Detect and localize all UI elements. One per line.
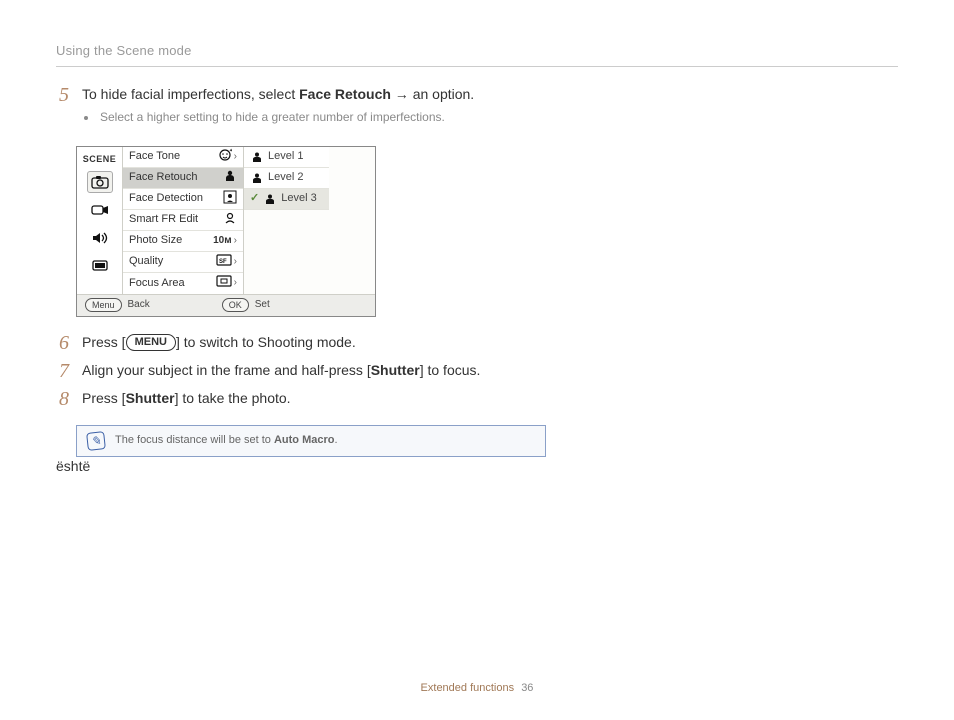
- level-option-1[interactable]: Level 1: [244, 147, 329, 168]
- chevron-right-icon: ›: [234, 150, 237, 164]
- menu-item-label: Quality: [129, 254, 163, 269]
- step-number: 5: [56, 85, 72, 138]
- level-icon: [250, 171, 264, 185]
- menu-item-label: Smart FR Edit: [129, 212, 198, 227]
- note-text: The focus distance will be set to Auto M…: [115, 433, 338, 448]
- back-label: Back: [128, 298, 150, 312]
- scene-label: SCENE: [83, 153, 117, 165]
- menu-button-pill[interactable]: Menu: [85, 298, 122, 312]
- step-text: Align your subject in the frame and half…: [82, 361, 526, 381]
- step-6: 6 Press [MENU] to switch to Shooting mod…: [56, 333, 526, 353]
- chevron-right-icon: ›: [234, 255, 237, 269]
- chevron-right-icon: ›: [234, 276, 237, 290]
- ok-button-pill[interactable]: OK: [222, 298, 249, 312]
- photo-size-icon: 10м: [213, 234, 232, 248]
- menu-item-label: Photo Size: [129, 233, 182, 248]
- page-footer: Extended functions 36: [0, 681, 954, 696]
- camera-icon[interactable]: [87, 171, 113, 193]
- bullet-item: Select a higher setting to hide a greate…: [98, 109, 526, 125]
- text: .: [334, 434, 337, 446]
- sub-bullets: Select a higher setting to hide a greate…: [82, 109, 526, 125]
- step-text: Press [MENU] to switch to Shooting mode.: [82, 333, 526, 353]
- text: an option.: [413, 86, 475, 102]
- focus-area-icon: [216, 275, 232, 291]
- content-column: 5 To hide facial imperfections, select F…: [56, 85, 526, 476]
- level-option-3[interactable]: ✓ Level 3: [244, 189, 329, 210]
- face-retouch-icon: [223, 169, 237, 187]
- level-label: Level 3: [281, 191, 316, 206]
- note-box: ✎ The focus distance will be set to Auto…: [76, 425, 546, 457]
- chevron-right-icon: ›: [234, 234, 237, 248]
- text: The focus distance will be set to: [115, 434, 274, 446]
- svg-text:✦: ✦: [229, 148, 232, 154]
- section-title: Using the Scene mode: [56, 42, 898, 67]
- note-icon: ✎: [86, 431, 106, 451]
- level-icon: [250, 150, 264, 164]
- arrow: →: [391, 86, 413, 102]
- menu-item-label: Face Detection: [129, 191, 203, 206]
- menu-list: Face Tone ✦› Face Retouch Face Detection: [123, 147, 243, 294]
- face-detect-icon: [223, 190, 237, 208]
- sound-icon[interactable]: [87, 227, 113, 249]
- text: Press [: [82, 390, 126, 406]
- text: To hide facial imperfections, select: [82, 86, 299, 102]
- step-text: Press [Shutter] to take the photo.: [82, 389, 526, 409]
- step-5: 5 To hide facial imperfections, select F…: [56, 85, 526, 138]
- menu-item-focus-area[interactable]: Focus Area ›: [123, 273, 243, 294]
- step-number: 7: [56, 361, 72, 381]
- text: ] to switch to Shooting mode.: [176, 334, 356, 350]
- page-number: 36: [521, 682, 533, 694]
- svg-text:SF: SF: [219, 259, 227, 265]
- level-label: Level 2: [268, 170, 303, 185]
- quality-icon: SF: [216, 254, 232, 270]
- menu-item-label: Face Tone: [129, 149, 180, 164]
- auto-macro-label: Auto Macro: [274, 434, 335, 446]
- menu-item-quality[interactable]: Quality SF ›: [123, 252, 243, 273]
- menu-item-face-tone[interactable]: Face Tone ✦›: [123, 147, 243, 168]
- menu-item-label: Focus Area: [129, 276, 185, 291]
- level-label: Level 1: [268, 149, 303, 164]
- step-number: 6: [56, 333, 72, 353]
- menu-item-face-detection[interactable]: Face Detection: [123, 189, 243, 210]
- menu-item-label: Face Retouch: [129, 170, 197, 185]
- manual-page: Using the Scene mode 5 To hide facial im…: [0, 0, 954, 720]
- camera-menu-screenshot: SCENE: [76, 146, 376, 317]
- step-8: 8 Press [Shutter] to take the photo.: [56, 389, 526, 409]
- text: ] to take the photo.: [175, 390, 291, 406]
- smart-fr-icon: [223, 211, 237, 229]
- shutter-label: Shutter: [371, 362, 420, 378]
- menu-footer: Menu Back OK Set: [77, 294, 375, 316]
- level-option-2[interactable]: Level 2: [244, 168, 329, 189]
- set-label: Set: [255, 298, 270, 312]
- step-text: To hide facial imperfections, select Fac…: [82, 85, 526, 138]
- text: ] to focus.: [420, 362, 481, 378]
- check-icon: ✓: [250, 191, 259, 206]
- level-icon: [263, 192, 277, 206]
- video-icon[interactable]: [87, 199, 113, 221]
- menu-item-smart-fr-edit[interactable]: Smart FR Edit: [123, 210, 243, 231]
- display-icon[interactable]: [87, 255, 113, 277]
- menu-key-label: MENU: [126, 334, 176, 351]
- step-number: 8: [56, 389, 72, 409]
- footer-section-label: Extended functions: [421, 682, 515, 694]
- text: Align your subject in the frame and half…: [82, 362, 371, 378]
- menu-item-photo-size[interactable]: Photo Size 10м›: [123, 231, 243, 252]
- face-tone-icon: ✦: [218, 148, 232, 166]
- mode-tabs: SCENE: [77, 147, 123, 294]
- face-retouch-label: Face Retouch: [299, 86, 391, 102]
- level-submenu: Level 1 Level 2 ✓ Level 3: [243, 147, 329, 294]
- text: Press [: [82, 334, 126, 350]
- menu-item-face-retouch[interactable]: Face Retouch: [123, 168, 243, 189]
- step-7: 7 Align your subject in the frame and ha…: [56, 361, 526, 381]
- shutter-label: Shutter: [126, 390, 175, 406]
